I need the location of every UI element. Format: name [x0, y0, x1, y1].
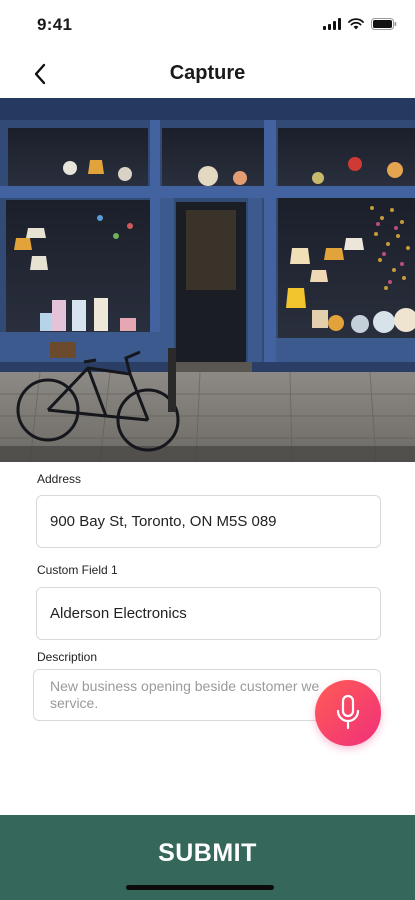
submit-bar: SUBMIT: [0, 815, 415, 900]
nav-bar: Capture: [0, 52, 415, 96]
cellular-signal-icon: [323, 18, 341, 30]
address-label: Address: [37, 472, 82, 486]
home-indicator[interactable]: [126, 885, 274, 890]
submit-button[interactable]: SUBMIT: [0, 839, 415, 868]
storefront-illustration: [0, 98, 415, 462]
wifi-icon: [348, 18, 364, 30]
custom-field-1-input[interactable]: [50, 605, 367, 622]
custom-field-1-field[interactable]: [36, 587, 381, 640]
storefront-photo: [0, 98, 415, 462]
status-time: 9:41: [37, 15, 73, 34]
description-input[interactable]: [50, 678, 320, 718]
status-icons: [323, 18, 397, 30]
microphone-icon: [336, 694, 360, 730]
address-input[interactable]: [50, 513, 367, 530]
microphone-button[interactable]: [315, 680, 381, 746]
description-label: Description: [37, 650, 98, 664]
battery-icon: [371, 18, 397, 30]
page-title: Capture: [169, 62, 246, 84]
address-field[interactable]: [36, 495, 381, 548]
custom-field-1-label: Custom Field 1: [37, 563, 118, 577]
status-bar: 9:41: [0, 0, 415, 50]
